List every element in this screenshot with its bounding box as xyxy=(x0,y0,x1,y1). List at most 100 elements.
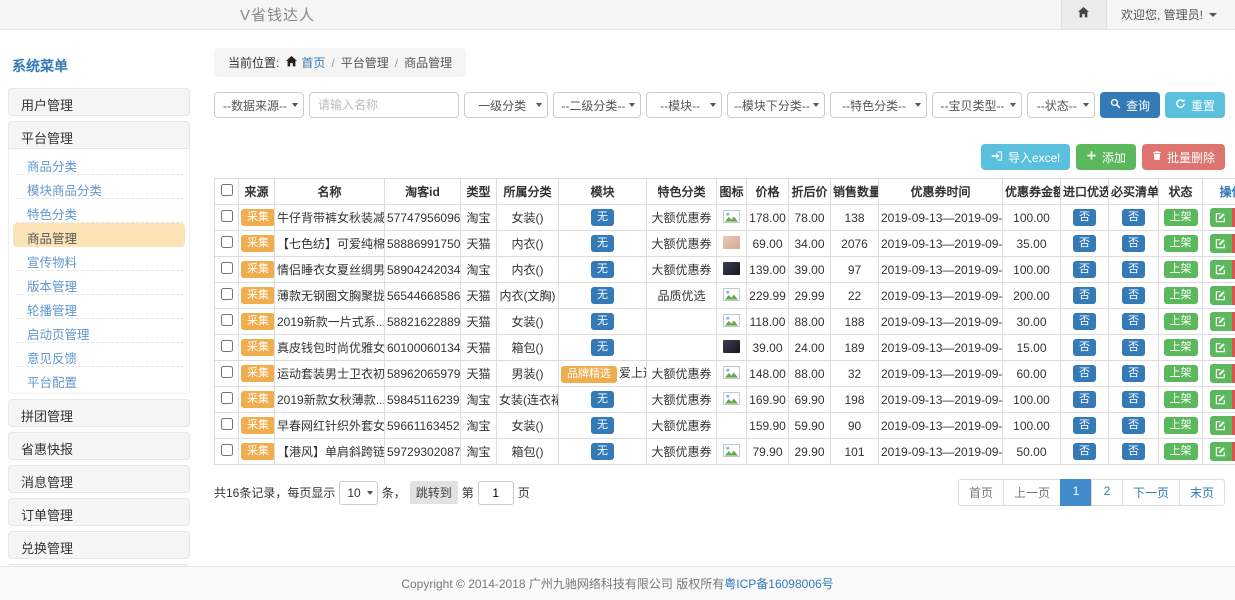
status-badge[interactable]: 上架 xyxy=(1164,209,1198,226)
delete-button[interactable] xyxy=(1232,364,1235,383)
sidebar-item-1[interactable]: 模块商品分类 xyxy=(13,175,185,199)
delete-button[interactable] xyxy=(1232,442,1235,461)
delete-button[interactable] xyxy=(1232,260,1235,279)
batch-delete-button[interactable]: 批量删除 xyxy=(1142,144,1225,170)
delete-button[interactable] xyxy=(1232,312,1235,331)
status-badge[interactable]: 上架 xyxy=(1164,365,1198,382)
edit-button[interactable] xyxy=(1210,442,1232,461)
sidebar-item-9[interactable]: 平台配置 xyxy=(13,367,185,391)
sidebar-item-7[interactable]: 启动页管理 xyxy=(13,319,185,343)
page-1[interactable]: 1 xyxy=(1060,479,1092,506)
page-prev[interactable]: 上一页 xyxy=(1003,479,1061,506)
filter-level2-category[interactable]: --二级分类-- xyxy=(553,92,641,118)
must-buy-badge[interactable]: 否 xyxy=(1122,391,1145,408)
imported-badge[interactable]: 否 xyxy=(1073,235,1096,252)
sidebar-item-5[interactable]: 版本管理 xyxy=(13,271,185,295)
row-checkbox[interactable] xyxy=(221,262,233,274)
sidebar-section-2[interactable]: 拼团管理 xyxy=(8,399,190,427)
filter-level1-category[interactable]: 一级分类 xyxy=(464,92,548,118)
sidebar-section-6[interactable]: 兑换管理 xyxy=(8,531,190,559)
delete-button[interactable] xyxy=(1232,208,1235,227)
delete-button[interactable] xyxy=(1232,286,1235,305)
reset-button[interactable]: 重置 xyxy=(1165,92,1225,118)
filter-feature-category[interactable]: --特色分类-- xyxy=(830,92,927,118)
page-next[interactable]: 下一页 xyxy=(1122,479,1180,506)
row-checkbox[interactable] xyxy=(221,288,233,300)
search-button[interactable]: 查询 xyxy=(1100,92,1160,118)
must-buy-badge[interactable]: 否 xyxy=(1122,261,1145,278)
must-buy-badge[interactable]: 否 xyxy=(1122,209,1145,226)
status-badge[interactable]: 上架 xyxy=(1164,261,1198,278)
breadcrumb-home-link[interactable]: 首页 xyxy=(285,54,325,71)
sidebar-item-6[interactable]: 轮播管理 xyxy=(13,295,185,319)
row-checkbox[interactable] xyxy=(221,210,233,222)
page-2[interactable]: 2 xyxy=(1091,479,1123,506)
filter-module[interactable]: --模块-- xyxy=(646,92,722,118)
delete-button[interactable] xyxy=(1232,338,1235,357)
edit-button[interactable] xyxy=(1210,338,1232,357)
edit-button[interactable] xyxy=(1210,364,1232,383)
row-checkbox[interactable] xyxy=(221,314,233,326)
row-checkbox[interactable] xyxy=(221,236,233,248)
edit-button[interactable] xyxy=(1210,416,1232,435)
icp-link[interactable]: 粤ICP备16098006号 xyxy=(724,575,833,592)
add-button[interactable]: 添加 xyxy=(1076,144,1136,170)
delete-button[interactable] xyxy=(1232,416,1235,435)
status-badge[interactable]: 上架 xyxy=(1164,391,1198,408)
row-checkbox[interactable] xyxy=(221,418,233,430)
must-buy-badge[interactable]: 否 xyxy=(1122,339,1145,356)
home-button[interactable] xyxy=(1061,0,1107,29)
sidebar-section-0[interactable]: 用户管理 xyxy=(8,88,190,116)
sidebar-section-5[interactable]: 订单管理 xyxy=(8,498,190,526)
must-buy-badge[interactable]: 否 xyxy=(1122,365,1145,382)
row-checkbox[interactable] xyxy=(221,392,233,404)
delete-button[interactable] xyxy=(1232,234,1235,253)
imported-badge[interactable]: 否 xyxy=(1073,261,1096,278)
must-buy-badge[interactable]: 否 xyxy=(1122,313,1145,330)
imported-badge[interactable]: 否 xyxy=(1073,209,1096,226)
edit-button[interactable] xyxy=(1210,208,1232,227)
page-size-select[interactable]: 10 xyxy=(339,481,377,505)
page-first[interactable]: 首页 xyxy=(958,479,1004,506)
sidebar-item-8[interactable]: 意见反馈 xyxy=(13,343,185,367)
sidebar-item-0[interactable]: 商品分类 xyxy=(13,151,185,175)
status-badge[interactable]: 上架 xyxy=(1164,287,1198,304)
must-buy-badge[interactable]: 否 xyxy=(1122,417,1145,434)
page-last[interactable]: 末页 xyxy=(1179,479,1225,506)
sidebar-item-3[interactable]: 商品管理 xyxy=(13,223,185,247)
jump-page-input[interactable] xyxy=(478,481,514,505)
delete-button[interactable] xyxy=(1232,390,1235,409)
imported-badge[interactable]: 否 xyxy=(1073,287,1096,304)
select-all-checkbox[interactable] xyxy=(221,184,233,196)
edit-button[interactable] xyxy=(1210,234,1232,253)
edit-button[interactable] xyxy=(1210,312,1232,331)
imported-badge[interactable]: 否 xyxy=(1073,365,1096,382)
imported-badge[interactable]: 否 xyxy=(1073,417,1096,434)
imported-badge[interactable]: 否 xyxy=(1073,339,1096,356)
edit-button[interactable] xyxy=(1210,286,1232,305)
status-badge[interactable]: 上架 xyxy=(1164,339,1198,356)
user-menu[interactable]: 欢迎您, 管理员! xyxy=(1107,6,1235,23)
row-checkbox[interactable] xyxy=(221,340,233,352)
filter-data-source[interactable]: --数据来源-- xyxy=(214,92,304,118)
imported-badge[interactable]: 否 xyxy=(1073,391,1096,408)
sidebar-section-4[interactable]: 消息管理 xyxy=(8,465,190,493)
status-badge[interactable]: 上架 xyxy=(1164,235,1198,252)
must-buy-badge[interactable]: 否 xyxy=(1122,443,1145,460)
imported-badge[interactable]: 否 xyxy=(1073,313,1096,330)
status-badge[interactable]: 上架 xyxy=(1164,443,1198,460)
must-buy-badge[interactable]: 否 xyxy=(1122,287,1145,304)
filter-module-sub[interactable]: --模块下分类-- xyxy=(727,92,825,118)
jump-button[interactable]: 跳转到 xyxy=(410,481,458,504)
edit-button[interactable] xyxy=(1210,260,1232,279)
import-excel-button[interactable]: 导入excel xyxy=(981,144,1070,170)
edit-button[interactable] xyxy=(1210,390,1232,409)
sidebar-section-3[interactable]: 省惠快报 xyxy=(8,432,190,460)
sidebar-item-2[interactable]: 特色分类 xyxy=(13,199,185,223)
row-checkbox[interactable] xyxy=(221,444,233,456)
imported-badge[interactable]: 否 xyxy=(1073,443,1096,460)
name-search-input[interactable] xyxy=(309,92,459,118)
sidebar-section-1[interactable]: 平台管理 xyxy=(8,121,190,149)
status-badge[interactable]: 上架 xyxy=(1164,313,1198,330)
row-checkbox[interactable] xyxy=(221,366,233,378)
